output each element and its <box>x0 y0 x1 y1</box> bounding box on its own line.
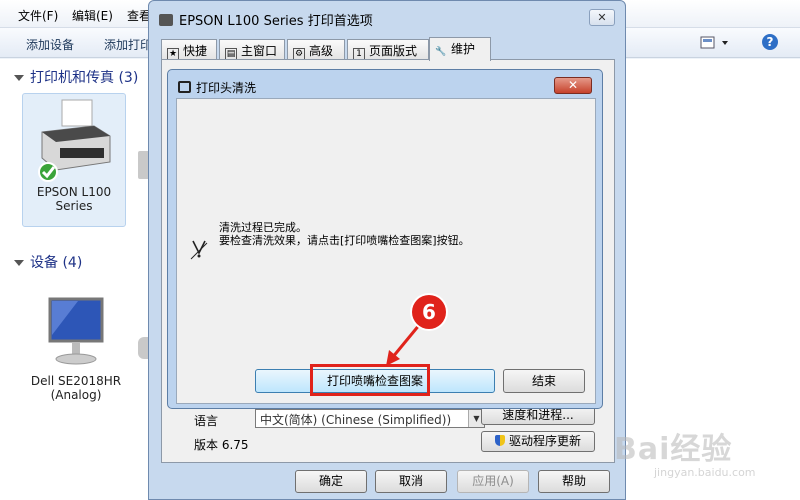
printer-icon <box>159 14 173 26</box>
menu-edit[interactable]: 编辑(E) <box>72 7 113 24</box>
ok-button[interactable]: 确定 <box>295 470 367 493</box>
monitor-icon <box>48 297 104 365</box>
baidu-watermark: Bai经验 jingyan.baidu.com <box>614 424 794 494</box>
tab-maintenance[interactable]: 🔧 维护 <box>429 37 491 61</box>
devices-section-header[interactable]: 设备 (4) <box>14 252 82 272</box>
version-label: 版本 6.75 <box>194 438 249 452</box>
wrench-icon: 🔧 <box>435 47 447 57</box>
collapse-arrow-icon <box>14 260 24 266</box>
help-button[interactable]: 帮助 <box>538 470 610 493</box>
cancel-button[interactable]: 取消 <box>375 470 447 493</box>
watermark-url: jingyan.baidu.com <box>654 466 756 479</box>
apply-button[interactable]: 应用(A) <box>457 470 529 493</box>
watermark-logo: Bai经验 <box>614 432 733 467</box>
printer-head-icon <box>178 81 191 93</box>
tab-quick[interactable]: ★ 快捷 <box>161 39 217 60</box>
cleaning-close-button[interactable]: ✕ <box>554 77 592 94</box>
help-icon[interactable]: ? <box>762 34 778 50</box>
language-select[interactable]: 中文(简体) (Chinese (Simplified)) ▼ <box>255 409 485 428</box>
driver-update-button[interactable]: 驱动程序更新 <box>481 431 595 452</box>
finish-button[interactable]: 结束 <box>503 369 585 393</box>
monitor-name-line1: Dell SE2018HR <box>30 374 122 388</box>
step-number-badge: 6 <box>412 295 446 329</box>
add-printer-button[interactable]: 添加打印 <box>104 36 152 53</box>
add-device-button[interactable]: 添加设备 <box>26 36 74 53</box>
tab-main[interactable]: ▤ 主窗口 <box>219 39 285 60</box>
menu-file[interactable]: 文件(F) <box>18 7 58 24</box>
printers-section-header[interactable]: 打印机和传真 (3) <box>14 67 138 87</box>
nozzle-icon <box>190 240 208 260</box>
tab-advanced[interactable]: ⚙ 高级 <box>287 39 345 60</box>
shield-icon <box>494 435 505 446</box>
printer-icon <box>38 99 111 182</box>
view-options-icon[interactable] <box>700 35 730 51</box>
language-label: 语言 <box>194 414 219 428</box>
collapse-arrow-icon <box>14 75 24 81</box>
cleaning-dialog-title: 打印头清洗 <box>178 79 256 96</box>
dialog-title: EPSON L100 Series 打印首选项 <box>159 10 373 29</box>
highlight-box <box>310 364 430 396</box>
tab-page-layout[interactable]: 1 页面版式 <box>347 39 429 60</box>
monitor-tile-dell[interactable]: Dell SE2018HR (Analog) <box>22 295 130 415</box>
cleaning-message-line2: 要检查清洗效果，请点击[打印喷嘴检查图案]按钮。 <box>219 234 470 247</box>
monitor-name-line2: (Analog) <box>50 388 102 402</box>
printer-tile-epson[interactable]: EPSON L100 Series <box>22 93 126 227</box>
printer-name-line2: Series <box>55 199 93 213</box>
printer-name-line1: EPSON L100 <box>36 185 112 199</box>
close-button[interactable]: ✕ <box>589 9 615 26</box>
